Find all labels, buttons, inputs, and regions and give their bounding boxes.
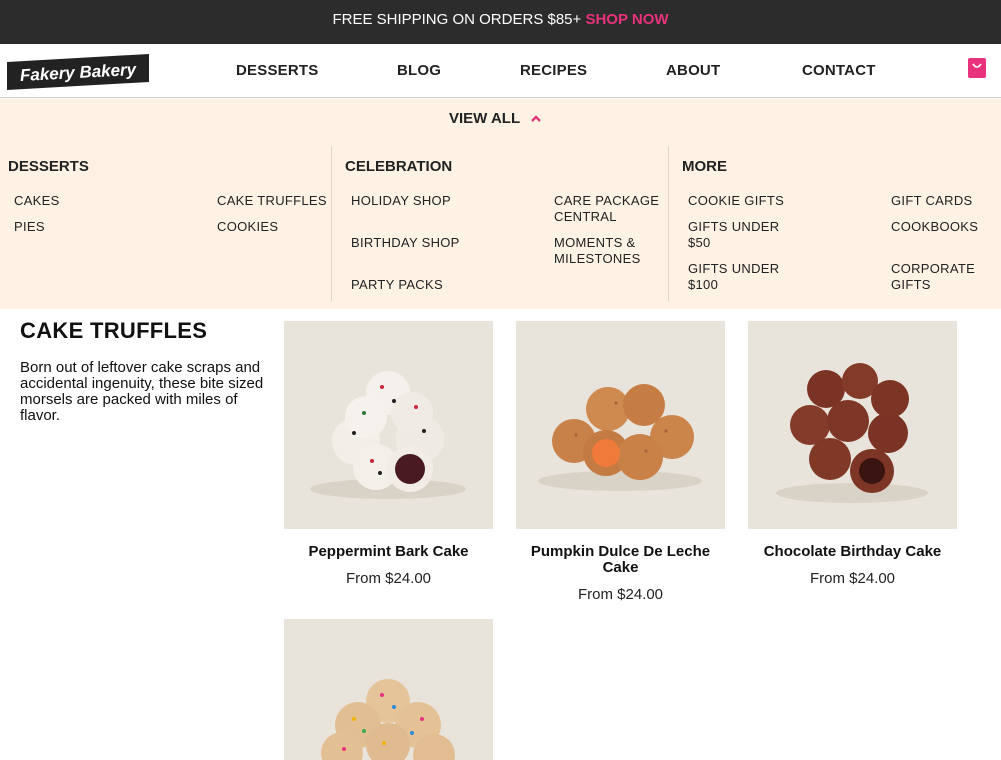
product-name[interactable]: Chocolate Birthday Cake <box>748 544 957 560</box>
promo-bar: FREE SHIPPING ON ORDERS $85+ SHOP NOW <box>0 0 1001 44</box>
nav-blog[interactable]: BLOG <box>397 62 441 79</box>
product-image-pumpkin[interactable] <box>516 321 725 529</box>
cart-icon[interactable] <box>968 58 986 78</box>
shop-now-link[interactable]: SHOP NOW <box>585 11 668 28</box>
menu-link-holiday-shop[interactable]: HOLIDAY SHOP <box>351 193 451 209</box>
product-name[interactable]: Peppermint Bark Cake <box>284 544 493 560</box>
product-image-chocolate[interactable] <box>748 321 957 529</box>
menu-link-pies[interactable]: PIES <box>14 219 45 235</box>
category-description: Born out of leftover cake scraps and acc… <box>20 359 264 424</box>
menu-link-gifts-under-50[interactable]: GIFTS UNDER $50 <box>688 219 788 251</box>
menu-link-cakes[interactable]: CAKES <box>14 193 60 209</box>
menu-link-gifts-under-100[interactable]: GIFTS UNDER $100 <box>688 261 788 293</box>
menu-link-cookbooks[interactable]: COOKBOOKS <box>891 219 978 235</box>
nav-desserts[interactable]: DESSERTS <box>236 62 318 79</box>
product-price: From $24.00 <box>345 570 432 587</box>
menu-link-party-packs[interactable]: PARTY PACKS <box>351 277 443 293</box>
menu-heading-desserts: DESSERTS <box>8 158 89 175</box>
menu-heading-celebration: CELEBRATION <box>345 158 453 175</box>
site-header: Fakery Bakery DESSERTS BLOG RECIPES ABOU… <box>0 44 1001 98</box>
category-title: CAKE TRUFFLES <box>20 318 208 343</box>
menu-divider <box>331 146 332 301</box>
product-image-peppermint[interactable] <box>284 321 493 529</box>
menu-link-birthday-shop[interactable]: BIRTHDAY SHOP <box>351 235 460 251</box>
menu-divider <box>668 146 669 301</box>
promo-text: FREE SHIPPING ON ORDERS $85+ <box>332 11 582 28</box>
menu-link-moments-milestones[interactable]: MOMENTS & MILESTONES <box>554 235 664 267</box>
product-image-confetti[interactable] <box>284 619 493 760</box>
menu-link-cookies[interactable]: COOKIES <box>217 219 278 235</box>
mega-menu: VIEW ALL DESSERTS CAKES CAKE TRUFFLES PI… <box>0 99 1001 309</box>
menu-link-care-package-central[interactable]: CARE PACKAGE CENTRAL <box>554 193 664 225</box>
view-all-link[interactable]: VIEW ALL <box>449 110 520 127</box>
menu-heading-more: MORE <box>682 158 727 175</box>
logo[interactable]: Fakery Bakery <box>7 54 149 90</box>
nav-recipes[interactable]: RECIPES <box>520 62 587 79</box>
menu-link-gift-cards[interactable]: GIFT CARDS <box>891 193 973 209</box>
menu-link-corporate-gifts[interactable]: CORPORATE GIFTS <box>891 261 986 293</box>
product-name[interactable]: Pumpkin Dulce De Leche Cake <box>516 544 725 576</box>
menu-link-cake-truffles[interactable]: CAKE TRUFFLES <box>217 193 327 209</box>
nav-about[interactable]: ABOUT <box>666 62 720 79</box>
chevron-up-icon[interactable] <box>530 113 542 123</box>
nav-contact[interactable]: CONTACT <box>802 62 876 79</box>
product-price: From $24.00 <box>809 570 896 587</box>
menu-link-cookie-gifts[interactable]: COOKIE GIFTS <box>688 193 784 209</box>
product-price: From $24.00 <box>577 586 664 603</box>
